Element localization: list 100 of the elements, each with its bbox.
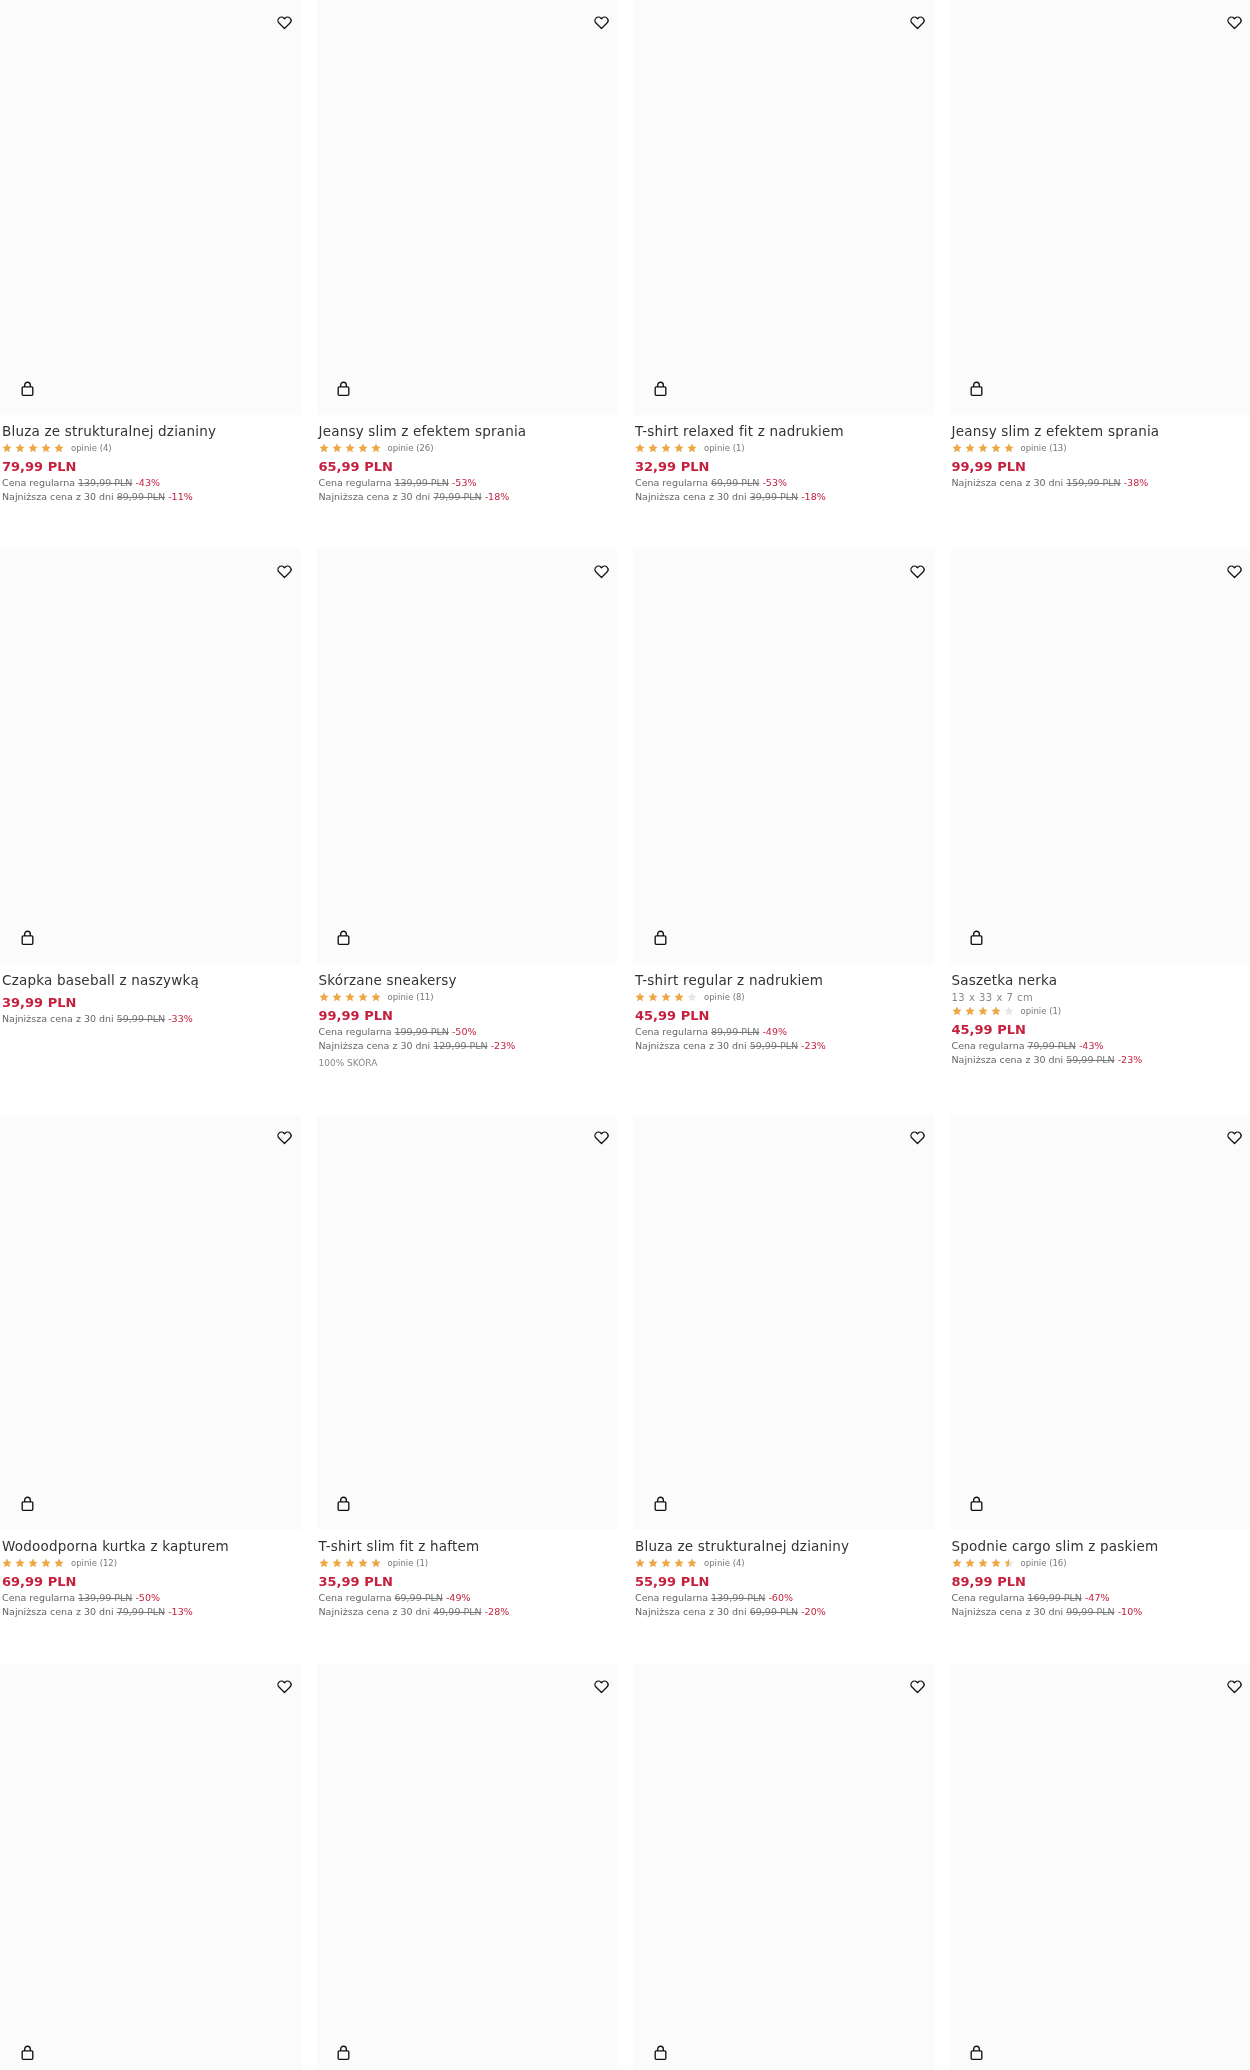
price-info: Najniższa cena z 30 dni 89,99 PLN -11% — [2, 491, 194, 502]
heart-icon[interactable] — [592, 562, 610, 580]
heart-icon[interactable] — [276, 1677, 293, 1695]
product-price: 32,99 PLN — [635, 459, 711, 474]
product-title[interactable]: Spodnie cargo slim z paskiem — [951, 1538, 1248, 1554]
star-icon — [1003, 1006, 1014, 1016]
heart-icon[interactable] — [909, 562, 926, 580]
review-count: opinie (4) — [704, 1558, 745, 1568]
star-icon — [951, 1006, 962, 1016]
star-icon — [2, 443, 12, 453]
star-icon — [635, 992, 645, 1002]
price-info: Cena regularna 139,99 PLN -60% — [635, 1592, 794, 1603]
review-count: opinie (8) — [704, 992, 745, 1002]
review-count: opinie (1) — [387, 1558, 429, 1568]
heart-icon[interactable] — [276, 1128, 293, 1146]
star-icon — [951, 1558, 962, 1568]
product-title[interactable]: Bluza ze strukturalnej dzianiny — [2, 423, 299, 439]
star-icon — [331, 1558, 342, 1568]
price-info: Cena regularna 89,99 PLN -49% — [635, 1026, 788, 1037]
heart-icon[interactable] — [592, 13, 610, 31]
product-title[interactable]: Jeansy slim z efektem sprania — [318, 423, 615, 439]
star-icon — [674, 992, 684, 1002]
star-icon — [964, 1006, 975, 1016]
star-icon — [990, 1006, 1001, 1016]
review-count: opinie (13) — [1020, 443, 1067, 453]
product-price: 69,99 PLN — [2, 1574, 78, 1589]
star-icon — [54, 1558, 64, 1568]
shopping-bag-icon[interactable] — [335, 380, 352, 398]
star-icon — [28, 1558, 38, 1568]
star-icon — [54, 443, 64, 453]
heart-icon[interactable] — [1225, 562, 1243, 580]
price-info: Najniższa cena z 30 dni 79,99 PLN -18% — [318, 491, 511, 502]
price-info: Cena regularna 139,99 PLN -43% — [2, 477, 161, 488]
product-title[interactable]: T-shirt relaxed fit z nadrukiem — [635, 423, 932, 439]
star-icon — [661, 1558, 671, 1568]
review-count: opinie (12) — [71, 1558, 118, 1568]
star-icon — [977, 443, 988, 453]
product-price: 65,99 PLN — [318, 459, 394, 474]
star-icon — [990, 443, 1001, 453]
price-info: Najniższa cena z 30 dni 79,99 PLN -13% — [2, 1606, 194, 1617]
star-icon — [674, 1558, 684, 1568]
product-title[interactable]: T-shirt slim fit z haftem — [318, 1538, 615, 1554]
shopping-bag-icon[interactable] — [335, 1495, 352, 1513]
heart-icon[interactable] — [276, 562, 293, 580]
star-icon — [977, 1558, 988, 1568]
star-icon — [344, 1558, 355, 1568]
star-icon — [674, 443, 684, 453]
star-icon — [41, 1558, 51, 1568]
product-price: 89,99 PLN — [951, 1574, 1027, 1589]
product-title[interactable]: Czapka baseball z naszywką — [2, 972, 299, 988]
heart-icon[interactable] — [1225, 1128, 1243, 1146]
product-title[interactable]: Skórzane sneakersy — [318, 972, 615, 988]
review-count: opinie (16) — [1020, 1558, 1067, 1568]
product-title[interactable]: Saszetka nerka — [951, 972, 1248, 988]
price-info: Najniższa cena z 30 dni 129,99 PLN -23% — [318, 1040, 517, 1051]
heart-icon[interactable] — [1225, 1677, 1243, 1695]
heart-icon[interactable] — [276, 13, 293, 31]
product-title[interactable]: Wodoodporna kurtka z kapturem — [2, 1538, 299, 1554]
price-info: Najniższa cena z 30 dni 59,99 PLN -23% — [951, 1054, 1144, 1065]
shopping-bag-icon[interactable] — [968, 380, 985, 398]
product-title[interactable]: T-shirt regular z nadrukiem — [635, 972, 932, 988]
product-title[interactable]: Jeansy slim z efektem sprania — [951, 423, 1248, 439]
star-icon — [687, 992, 697, 1002]
price-info: Najniższa cena z 30 dni 49,99 PLN -28% — [318, 1606, 511, 1617]
star-icon — [661, 992, 671, 1002]
heart-icon[interactable] — [909, 1128, 926, 1146]
star-icon — [687, 1558, 697, 1568]
shopping-bag-icon[interactable] — [335, 2044, 352, 2062]
product-price: 99,99 PLN — [951, 459, 1027, 474]
heart-icon[interactable] — [1225, 13, 1243, 31]
star-icon — [318, 1558, 329, 1568]
product-price: 45,99 PLN — [951, 1022, 1027, 1037]
star-icon — [318, 992, 329, 1002]
heart-icon[interactable] — [909, 1677, 926, 1695]
shopping-bag-icon[interactable] — [335, 929, 352, 947]
price-info: Najniższa cena z 30 dni 59,99 PLN -23% — [635, 1040, 827, 1051]
shopping-bag-icon[interactable] — [968, 1495, 985, 1513]
price-info: Cena regularna 199,99 PLN -50% — [318, 1026, 478, 1037]
star-icon — [331, 992, 342, 1002]
price-info: Cena regularna 79,99 PLN -43% — [951, 1040, 1105, 1051]
shopping-bag-icon[interactable] — [968, 2044, 985, 2062]
star-icon — [318, 443, 329, 453]
star-icon — [977, 1006, 988, 1016]
product-title[interactable]: Bluza ze strukturalnej dzianiny — [635, 1538, 932, 1554]
heart-icon[interactable] — [909, 13, 926, 31]
star-icon — [28, 443, 38, 453]
product-price: 99,99 PLN — [318, 1008, 394, 1023]
heart-icon[interactable] — [592, 1128, 610, 1146]
price-info: Najniższa cena z 30 dni 159,99 PLN -38% — [951, 477, 1150, 488]
shopping-bag-icon[interactable] — [968, 929, 985, 947]
star-icon — [1003, 1558, 1014, 1568]
star-icon — [41, 443, 51, 453]
star-icon — [331, 443, 342, 453]
review-count: opinie (1) — [704, 443, 745, 453]
price-info: Cena regularna 139,99 PLN -53% — [318, 477, 478, 488]
price-info: Cena regularna 169,99 PLN -47% — [951, 1592, 1111, 1603]
heart-icon[interactable] — [592, 1677, 610, 1695]
product-price: 55,99 PLN — [635, 1574, 711, 1589]
material-note: 100% SKÓRA — [318, 1058, 379, 1068]
star-icon — [357, 443, 368, 453]
